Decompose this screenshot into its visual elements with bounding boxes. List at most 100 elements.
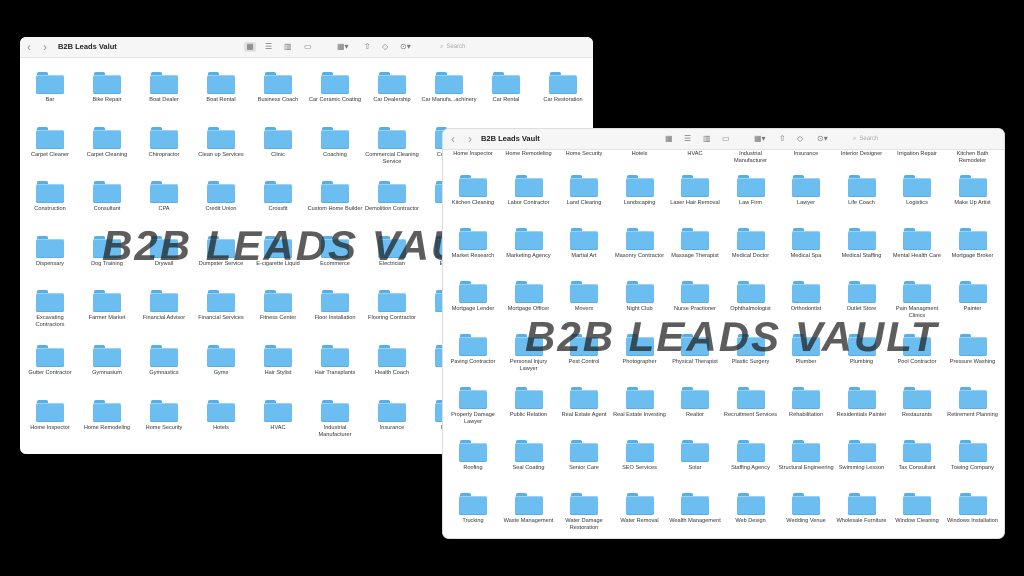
folder-item[interactable]: Mortgage Broker [945,228,1001,260]
folder-item[interactable]: Electrician [364,235,420,268]
folder-item[interactable]: Painter [945,281,1001,313]
folder-item[interactable]: Outlet Store [834,281,890,313]
folder-item[interactable]: Photographer [612,334,668,366]
folder-item[interactable]: Financial Advisor [136,290,192,322]
back-icon[interactable]: ‹ [27,40,31,54]
gallery-view-icon[interactable]: ▭ [722,134,730,144]
folder-item[interactable]: Health Coach [364,345,420,377]
search-field[interactable]: ⌕ Search [853,133,878,145]
back-icon[interactable]: ‹ [451,132,455,146]
folder-item[interactable]: Wealth Management [667,493,723,525]
folder-item[interactable]: Hair Transplants [307,345,363,377]
folder-item[interactable]: Car Restoration [535,72,591,104]
folder-item[interactable]: Flooring Contractor [364,290,420,322]
folder-item[interactable]: Crossfit [250,181,306,213]
folder-item[interactable]: Financial Services [193,290,249,322]
folder-item[interactable]: Paving Contractor [445,334,501,366]
more-icon[interactable]: ⊙▾ [817,134,828,144]
folder-item[interactable]: Credit Union [193,181,249,213]
folder-item[interactable]: Coaching [307,126,363,159]
folder-item[interactable]: Massage Therapist [667,228,723,260]
folder-item[interactable]: Plumber [778,334,834,366]
folder-item[interactable]: Bike Repair [79,72,135,104]
folder-item[interactable]: Staffing Agency [723,440,779,472]
folder-item[interactable]: Senior Care [556,440,612,472]
folder-item[interactable]: Real Estate Investing [612,387,668,419]
icon-view-icon[interactable]: ▦ [244,42,256,52]
folder-item[interactable]: Pressure Washing [945,334,1001,366]
folder-item[interactable]: Trucking [445,493,501,525]
folder-item[interactable]: Restaurants [889,387,945,419]
folder-item[interactable]: Roofing [445,440,501,472]
folder-item[interactable]: Industrial Manufacturer [723,151,779,165]
folder-item[interactable]: Residentials Painter [834,387,890,419]
folder-item[interactable]: Commercial Cleaning Service [364,126,420,166]
list-view-icon[interactable]: ☰ [265,42,272,52]
folder-item[interactable]: Water Damage Restoration [556,493,612,532]
folder-item[interactable]: Plastic Surgery [723,334,779,366]
folder-item[interactable]: Chiropractor [136,126,192,159]
folder-item[interactable]: Gyms [193,345,249,377]
folder-item[interactable]: Hair Stylist [250,345,306,377]
column-view-icon[interactable]: ▥ [703,134,711,144]
folder-item[interactable]: CPA [136,181,192,213]
folder-item[interactable]: Dumpster Service [193,235,249,268]
folder-item[interactable]: Car Ceramic Coating [307,72,363,104]
folder-item[interactable]: Marketing Agency [501,228,557,260]
folder-item[interactable]: Real Estate Agent [556,387,612,419]
group-icon[interactable]: ▦▾ [337,42,349,52]
folder-item[interactable]: Ophthalmologist [723,281,779,313]
folder-item[interactable]: Industrial Manufacturer [307,399,363,439]
folder-item[interactable]: HVAC [667,151,723,158]
folder-item[interactable]: SEO Services [612,440,668,472]
folder-item[interactable]: Floor Installation [307,290,363,322]
folder-item[interactable]: Business Coach [250,72,306,104]
folder-item[interactable]: Pain Managment Clinics [889,281,945,320]
folder-item[interactable]: Property Damage Lawyer [445,387,501,426]
folder-item[interactable]: Home Inspector [445,151,501,158]
folder-item[interactable]: Home Remodeling [79,399,135,432]
folder-item[interactable]: Retirement Planning [945,387,1001,419]
folder-item[interactable]: Nurse Practioner [667,281,723,313]
folder-item[interactable]: Medical Staffing [834,228,890,260]
folder-item[interactable]: HVAC [250,399,306,432]
folder-item[interactable]: Car Manufa...achinery [421,72,477,104]
folder-item[interactable]: Wholesale Furniture [834,493,890,525]
folder-item[interactable]: Physical Therapist [667,334,723,366]
share-icon[interactable]: ⇧ [364,42,371,52]
folder-item[interactable]: Martial Art [556,228,612,260]
folder-item[interactable]: Demolition Contractor [364,181,420,213]
folder-item[interactable]: Carpet Cleaning [79,126,135,159]
folder-item[interactable]: Boat Rental [193,72,249,104]
folder-item[interactable]: Swimming Lesson [834,440,890,472]
folder-item[interactable]: Home Security [136,399,192,432]
folder-item[interactable]: E-cigarette Liquid [250,235,306,268]
folder-item[interactable]: Recruitment Services [723,387,779,419]
folder-item[interactable]: Land Clearing [556,175,612,207]
folder-item[interactable]: Hotels [193,399,249,432]
tag-icon[interactable]: ◇ [382,42,388,52]
folder-item[interactable]: Medical Doctor [723,228,779,260]
folder-item[interactable]: Night Club [612,281,668,313]
forward-icon[interactable]: › [43,40,47,54]
folder-item[interactable]: Pool Contractor [889,334,945,366]
folder-item[interactable]: Mortgage Lender [445,281,501,313]
folder-item[interactable]: Clinic [250,126,306,159]
folder-item[interactable]: Window Cleaning [889,493,945,525]
folder-item[interactable]: Interior Designer [834,151,890,158]
folder-item[interactable]: Public Relation [501,387,557,419]
folder-item[interactable]: Labor Contractor [501,175,557,207]
tag-icon[interactable]: ◇ [797,134,803,144]
folder-item[interactable]: Medical Spa [778,228,834,260]
more-icon[interactable]: ⊙▾ [400,42,411,52]
folder-item[interactable]: Rehabilitation [778,387,834,419]
folder-item[interactable]: Construction [22,181,78,213]
folder-item[interactable]: Insurance [778,151,834,158]
folder-item[interactable]: Mental Health Care [889,228,945,260]
icon-view-icon[interactable]: ▦ [665,134,673,144]
folder-item[interactable]: Market Research [445,228,501,260]
group-icon[interactable]: ▦▾ [754,134,766,144]
folder-item[interactable]: Excavating Contractors [22,290,78,329]
folder-item[interactable]: Landscaping [612,175,668,207]
folder-item[interactable]: Windows Installation [945,493,1001,525]
